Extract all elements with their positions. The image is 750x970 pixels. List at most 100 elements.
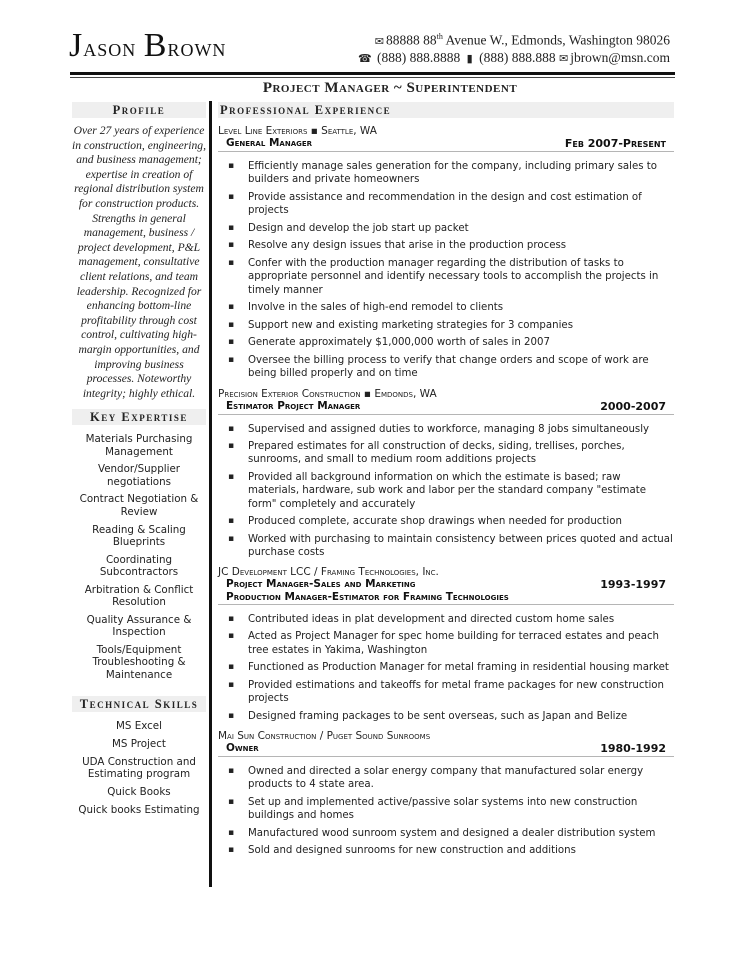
bullet-icon: ▪	[228, 710, 235, 721]
bullet-icon: ▪	[228, 827, 235, 838]
job-entry: Precision Exterior Construction ▪ Emdond…	[218, 388, 674, 560]
mailbox-icon: ✉	[374, 35, 384, 48]
responsibility-item: ▪ Owned and directed a solar energy compa…	[218, 765, 674, 792]
technical-skill-item: MS Project	[112, 738, 166, 751]
company-name: Precision Exterior Construction ▪ Emdond…	[218, 387, 437, 400]
role-title: General Manager	[226, 137, 313, 149]
bullet-icon: ▪	[228, 302, 235, 313]
role-row: Project Manager-Sales and Marketing Produ…	[218, 578, 674, 605]
company-name: Level Line Exteriors ▪ Seattle, WA	[218, 125, 377, 137]
name-last-rest: rown	[167, 33, 227, 62]
expertise-list: Materials Purchasing Management Vendor/Su…	[72, 433, 206, 681]
role-title: Estimator Project Manager	[226, 399, 361, 412]
responsibility-text: Oversee the billing process to verify th…	[248, 354, 649, 380]
responsibility-list: ▪ Supervised and assigned duties to workf…	[218, 423, 674, 560]
responsibility-item: ▪ Confer with the production manager rega…	[218, 257, 674, 297]
responsibility-item: ▪ Support new and existing marketing stra…	[218, 319, 674, 332]
technical-skill-item: Quick Books	[107, 786, 171, 799]
bullet-icon: ▪	[228, 441, 235, 452]
responsibility-text: Resolve any design issues that arise in …	[248, 240, 567, 252]
address-number: 88888 88	[385, 32, 437, 48]
responsibility-item: ▪ Oversee the billing process to verify t…	[218, 354, 674, 381]
role-row: General Manager Feb 2007-Present	[218, 137, 674, 152]
bullet-icon: ▪	[228, 423, 235, 434]
telephone-icon: ☎	[357, 52, 372, 65]
contact-info: ✉ 88888 88th Avenue W., Edmonds, Washingt…	[358, 29, 670, 67]
responsibility-text: Supervised and assigned duties to workfo…	[248, 423, 650, 435]
responsibility-text: Efficiently manage sales generation for …	[248, 161, 658, 186]
bullet-icon: ▪	[228, 240, 235, 251]
header-divider-thick	[70, 72, 675, 75]
responsibility-text: Sold and designed sunrooms for new const…	[248, 845, 576, 857]
responsibility-item: ▪ Functioned as Production Manager for me…	[218, 661, 674, 674]
bullet-icon: ▪	[228, 766, 235, 777]
name-last-initial: B	[143, 27, 168, 64]
technical-skills-heading: Technical Skills	[72, 696, 206, 713]
bullet-icon: ▪	[228, 191, 235, 202]
responsibility-item: ▪ Produced complete, accurate shop drawin…	[218, 515, 674, 528]
bullet-icon: ▪	[228, 845, 235, 856]
bullet-icon: ▪	[228, 354, 235, 365]
bullet-icon: ▪	[228, 337, 235, 348]
header-divider-thin	[70, 77, 675, 78]
responsibility-item: ▪ Provided all background information on …	[218, 471, 674, 511]
technical-skill-item: MS Excel	[116, 720, 162, 733]
bullet-icon: ▪	[228, 662, 235, 673]
experience-section: Professional Experience Level Line Exter…	[218, 102, 674, 862]
responsibility-item: ▪ Set up and implemented active/passive s…	[218, 796, 674, 823]
responsibility-text: Contributed ideas in plat development an…	[248, 613, 615, 625]
bullet-icon: ▪	[228, 161, 235, 171]
bullet-icon: ▪	[228, 796, 235, 807]
responsibility-text: Provide assistance and recommendation in…	[248, 191, 642, 217]
expertise-item: Coordinating Subcontractors	[99, 553, 179, 578]
responsibility-list: ▪ Owned and directed a solar energy compa…	[218, 765, 674, 858]
column-divider	[209, 101, 212, 887]
name-first-initial: J	[69, 27, 84, 64]
responsibility-text: Generate approximately $1,000,000 worth …	[248, 337, 550, 349]
bullet-icon: ▪	[228, 222, 235, 233]
company-name: Mai Sun Construction / Puget Sound Sunro…	[218, 730, 431, 743]
responsibility-text: Confer with the production manager regar…	[248, 257, 659, 296]
responsibility-text: Designed framing packages to be sent ove…	[248, 710, 628, 722]
key-expertise-heading: Key Expertise	[72, 409, 206, 426]
responsibility-item: ▪ Acted as Project Manager for spec home …	[218, 630, 674, 657]
responsibility-text: Prepared estimates for all construction …	[248, 441, 625, 466]
company-name: JC Development LCC / Framing Technologie…	[218, 566, 439, 579]
role-titles: Project Manager-Sales and Marketing Produ…	[226, 578, 509, 602]
role-titles: General Manager	[226, 137, 312, 149]
responsibility-item: ▪ Efficiently manage sales generation for…	[218, 160, 674, 187]
skills-list: MS Excel MS Project UDA Construction and E…	[72, 720, 206, 816]
responsibility-item: ▪ Involve in the sales of high-end remode…	[218, 301, 674, 314]
job-entry: Level Line Exteriors ▪ Seattle, WA Genera…	[218, 125, 674, 381]
expertise-item: Reading & Scaling Blueprints	[92, 523, 186, 548]
role-title: Project Manager-Sales and Marketing	[226, 578, 416, 591]
role-row: Owner 1980-1992	[218, 742, 674, 758]
responsibility-text: Design and develop the job start up pack…	[248, 222, 469, 234]
bullet-icon: ▪	[228, 533, 235, 544]
name-first-rest: ason	[83, 33, 137, 62]
employment-dates: 2000-2007	[600, 399, 666, 413]
expertise-item: Quality Assurance & Inspection	[86, 613, 192, 639]
responsibility-text: Acted as Project Manager for spec home b…	[248, 631, 660, 656]
technical-skill-item: UDA Construction and Estimating program	[82, 755, 196, 781]
phone-number: (888) 888.8888	[377, 49, 461, 65]
role-row: Estimator Project Manager 2000-2007	[218, 400, 674, 415]
responsibility-item: ▪ Contributed ideas in plat development a…	[218, 613, 674, 626]
email-address[interactable]: jbrown@msn.com	[570, 50, 670, 65]
mobile-number: (888) 888.888	[479, 49, 556, 65]
role-title: Owner	[226, 742, 259, 755]
responsibility-text: Owned and directed a solar energy compan…	[248, 766, 644, 791]
responsibility-text: Worked with purchasing to maintain consi…	[248, 533, 673, 559]
address-street: Avenue W., Edmonds, Washington 98026	[442, 32, 670, 48]
responsibility-text: Functioned as Production Manager for met…	[248, 662, 669, 674]
profile-heading: Profile	[72, 102, 206, 118]
role-titles: Estimator Project Manager	[226, 400, 360, 412]
bullet-icon: ▪	[228, 613, 235, 624]
job-list: Level Line Exteriors ▪ Seattle, WA Genera…	[218, 125, 674, 858]
responsibility-list: ▪ Contributed ideas in plat development a…	[218, 613, 674, 723]
candidate-name: Jason Brown	[69, 27, 226, 65]
responsibility-list: ▪ Efficiently manage sales generation for…	[218, 160, 674, 381]
responsibility-text: Manufactured wood sunroom system and des…	[248, 827, 656, 839]
bullet-icon: ▪	[228, 257, 235, 268]
responsibility-item: ▪ Generate approximately $1,000,000 worth…	[218, 336, 674, 349]
